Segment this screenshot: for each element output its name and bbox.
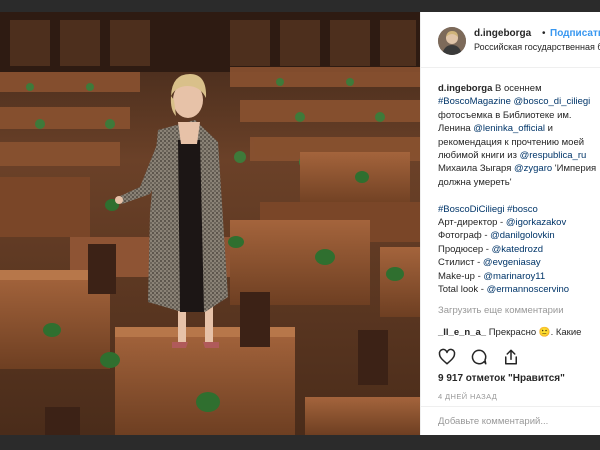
hashtag-link[interactable]: #BoscoMagazine <box>438 96 511 107</box>
comment-item: _Il_e_n_a_ Прекрасно 🙂. Какие вокруг это… <box>438 326 600 340</box>
mention-link[interactable]: @igorkazakov <box>506 217 566 228</box>
screenshot: d.ingeborga • Подписаться Российская гос… <box>0 0 600 450</box>
mention-link[interactable]: @marinaroy11 <box>483 271 545 282</box>
credits-line: Make-up - @marinaroy11 <box>438 270 600 283</box>
mention-link[interactable]: @danilgolovkin <box>490 230 555 241</box>
credits-line: Total look - @ermannoscervino <box>438 283 600 296</box>
credits-line: #BoscoDiCiliegi #bosco <box>438 203 600 216</box>
comments-section: d.ingeborga В осеннем #BoscoMagazine @bo… <box>421 69 600 339</box>
share-icon[interactable] <box>502 348 520 366</box>
post-location[interactable]: Российская государственная биб... <box>474 42 600 52</box>
post-panel: d.ingeborga • Подписаться Российская гос… <box>420 12 600 435</box>
credit-label: Стилист - <box>438 257 483 269</box>
add-comment-placeholder[interactable]: Добавьте комментарий... <box>438 416 548 427</box>
heart-icon[interactable] <box>438 348 456 366</box>
credit-label: Make-up - <box>438 270 484 282</box>
caption-text: Михаила Зыгаря <box>438 163 514 175</box>
credits-line: Фотограф - @danilgolovkin <box>438 229 600 242</box>
comment-icon[interactable] <box>470 348 488 366</box>
credit-label: Фотограф - <box>438 230 491 242</box>
follow-button[interactable]: Подписаться <box>550 28 600 39</box>
post-header: d.ingeborga • Подписаться Российская гос… <box>421 12 600 68</box>
add-comment-field[interactable]: Добавьте комментарий... <box>421 406 600 435</box>
likes-count[interactable]: 9 917 отметок "Нравится" <box>438 373 565 384</box>
post-photo[interactable] <box>0 12 420 435</box>
mention-link[interactable]: @ermannoscervino <box>487 284 570 295</box>
credit-label: Total look - <box>438 284 487 296</box>
hashtag-link[interactable]: #bosco <box>507 204 538 215</box>
library-photo-illustration <box>0 12 420 435</box>
mention-link[interactable]: @bosco_di_ciliegi <box>514 96 591 107</box>
avatar[interactable] <box>438 27 466 55</box>
post-username[interactable]: d.ingeborga <box>474 28 531 39</box>
comment-username[interactable]: _Il_e_n_a_ <box>438 327 486 338</box>
caption-text: В осеннем <box>492 83 542 94</box>
mention-link[interactable]: @katedrozd <box>492 244 543 255</box>
separator-dot: • <box>542 28 546 39</box>
post-caption: d.ingeborga В осеннем #BoscoMagazine @bo… <box>438 82 600 297</box>
credit-label: Продюсер - <box>438 243 492 255</box>
avatar-image <box>438 27 466 55</box>
caption-username[interactable]: d.ingeborga <box>438 83 492 94</box>
credits-line: Продюсер - @katedrozd <box>438 243 600 256</box>
credit-label: Арт-директор - <box>438 217 506 229</box>
post-actions <box>438 348 520 368</box>
load-more-comments-button[interactable]: Загрузить еще комментарии <box>438 305 600 316</box>
hashtag-link[interactable]: #BoscoDiCiliegi <box>438 204 505 215</box>
credits-line: Стилист - @evgeniasay <box>438 256 600 269</box>
mention-link[interactable]: @respublica_ru <box>520 150 587 161</box>
post-timestamp[interactable]: 4 ДНЕЙ НАЗАД <box>438 392 497 401</box>
credits-line: Арт-директор - @igorkazakov <box>438 216 600 229</box>
mention-link[interactable]: @leninka_official <box>473 123 545 134</box>
mention-link[interactable]: @evgeniasay <box>483 257 541 268</box>
mention-link[interactable]: @zygaro <box>514 163 552 174</box>
